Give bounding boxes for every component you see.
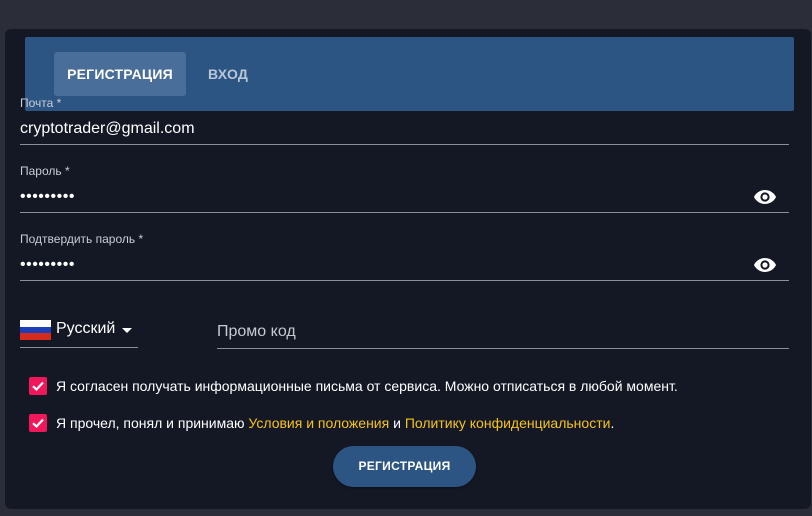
confirm-password-field: Подтвердить пароль * ••••••••• xyxy=(20,232,789,282)
email-field: Почта * xyxy=(20,96,789,146)
language-underline xyxy=(20,347,138,348)
password-label: Пароль * xyxy=(20,164,70,178)
password-input[interactable]: ••••••••• xyxy=(20,188,789,208)
register-button[interactable]: РЕГИСТРАЦИЯ xyxy=(333,446,476,487)
terms-consent-text: Я прочел, понял и принимаю Условия и пол… xyxy=(56,415,614,431)
terms-conjunction: и xyxy=(389,415,405,431)
email-label: Почта * xyxy=(20,96,62,110)
privacy-link[interactable]: Политику конфиденциальности xyxy=(405,415,611,431)
password-field: Пароль * ••••••••• xyxy=(20,164,789,214)
promo-field xyxy=(217,318,789,349)
checkmark-icon xyxy=(32,418,44,429)
eye-icon[interactable] xyxy=(753,257,777,273)
language-select[interactable]: Русский xyxy=(20,318,138,348)
confirm-password-underline xyxy=(20,280,789,281)
tab-login[interactable]: ВХОД xyxy=(193,52,263,96)
promo-underline xyxy=(217,348,789,349)
newsletter-consent-text: Я согласен получать информационные письм… xyxy=(56,378,678,394)
email-input[interactable] xyxy=(20,118,789,140)
confirm-password-input[interactable]: ••••••••• xyxy=(20,256,789,276)
eye-icon[interactable] xyxy=(753,189,777,205)
confirm-password-label: Подтвердить пароль * xyxy=(20,232,144,246)
promo-input[interactable] xyxy=(217,318,789,346)
terms-checkbox[interactable] xyxy=(29,414,47,432)
russia-flag-icon xyxy=(20,320,51,341)
checkmark-icon xyxy=(32,381,44,392)
caret-down-icon xyxy=(122,328,132,333)
terms-suffix: . xyxy=(610,415,615,431)
language-label: Русский xyxy=(56,320,116,337)
terms-link[interactable]: Условия и положения xyxy=(248,415,389,431)
email-underline xyxy=(20,144,789,145)
tab-register[interactable]: РЕГИСТРАЦИЯ xyxy=(54,52,186,96)
newsletter-checkbox[interactable] xyxy=(29,377,47,395)
password-underline xyxy=(20,212,789,213)
terms-prefix: Я прочел, понял и принимаю xyxy=(56,415,249,431)
